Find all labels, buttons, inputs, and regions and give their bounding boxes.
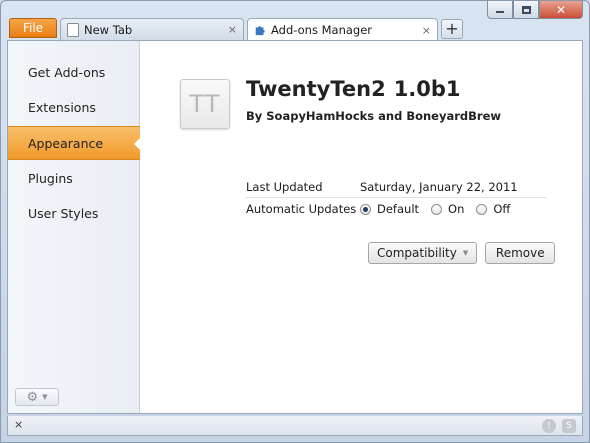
addons-manager: Get Add-ons Extensions Appearance Plugin… [7,40,583,414]
status-bar: × ! S [7,416,583,436]
gear-icon: ⚙ [26,389,39,405]
close-icon: ✕ [555,2,567,17]
minimize-button[interactable] [487,1,513,19]
tab-new-tab[interactable]: New Tab × [60,18,244,40]
compatibility-button[interactable]: Compatibility ▼ [368,242,478,264]
tab-addons-manager[interactable]: Add-ons Manager × [247,18,438,41]
new-tab-button[interactable]: + [441,19,463,39]
auto-update-default-radio[interactable]: Default [360,198,419,220]
category-sidebar: Get Add-ons Extensions Appearance Plugin… [8,41,141,413]
maximize-icon [521,5,531,14]
tab-close-icon[interactable]: × [422,24,431,37]
file-menu-button[interactable]: File [9,18,57,38]
remove-label: Remove [495,246,545,260]
addon-actions: Compatibility ▼ Remove [368,242,556,264]
sync-icon[interactable]: S [562,419,576,433]
addon-icon: TT [180,79,230,129]
addon-title: TwentyTen2 1.0b1 [246,77,461,101]
radio-label: On [448,202,465,216]
tab-strip: File New Tab × Add-ons Manager × + [9,18,581,41]
maximize-button[interactable] [513,1,539,19]
addon-version: 1.0b1 [393,77,461,101]
last-updated-value: Saturday, January 22, 2011 [360,180,518,194]
sidebar-item-extensions[interactable]: Extensions [8,91,140,125]
automatic-updates-label: Automatic Updates [246,202,357,216]
addon-author: By SoapyHamHocks and BoneyardBrew [246,109,501,123]
compatibility-label: Compatibility [377,246,457,260]
sidebar-item-user-styles[interactable]: User Styles [8,197,140,231]
last-updated-row: Last Updated Saturday, January 22, 2011 [246,176,546,198]
close-addon-bar-icon[interactable]: × [14,418,23,431]
window-controls: ✕ [487,1,583,19]
radio-label: Default [377,202,420,216]
page-icon [67,22,79,37]
sidebar-item-plugins[interactable]: Plugins [8,162,140,196]
chevron-down-icon: ▼ [462,249,469,257]
automatic-updates-row: Automatic Updates Default On Off [246,198,546,220]
info-icon[interactable]: ! [542,419,556,433]
sidebar-item-appearance[interactable]: Appearance [8,126,141,160]
browser-window: ✕ File New Tab × Add-ons Manager × + Get… [0,0,590,443]
tab-title: New Tab [84,22,133,37]
addon-details: Last Updated Saturday, January 22, 2011 … [246,176,546,220]
puzzle-icon [255,26,265,36]
sidebar-item-get-addons[interactable]: Get Add-ons [8,56,140,90]
auto-update-on-radio[interactable]: On [431,198,464,220]
close-window-button[interactable]: ✕ [539,1,583,19]
radio-label: Off [493,202,511,216]
auto-update-off-radio[interactable]: Off [476,198,510,220]
last-updated-label: Last Updated [246,180,323,194]
remove-button[interactable]: Remove [485,242,556,264]
addon-detail-view: TT TwentyTen2 1.0b1 By SoapyHamHocks and … [140,41,582,413]
radio-dot[interactable] [431,203,443,215]
radio-dot[interactable] [360,203,371,215]
chevron-down-icon: ▼ [42,393,48,401]
addon-name: TwentyTen2 [246,77,386,101]
minimize-icon [496,11,504,13]
tab-close-icon[interactable]: × [228,23,237,36]
radio-dot[interactable] [476,203,488,215]
tab-title: Add-ons Manager [271,23,373,37]
tools-menu-button[interactable]: ⚙ ▼ [15,388,59,406]
